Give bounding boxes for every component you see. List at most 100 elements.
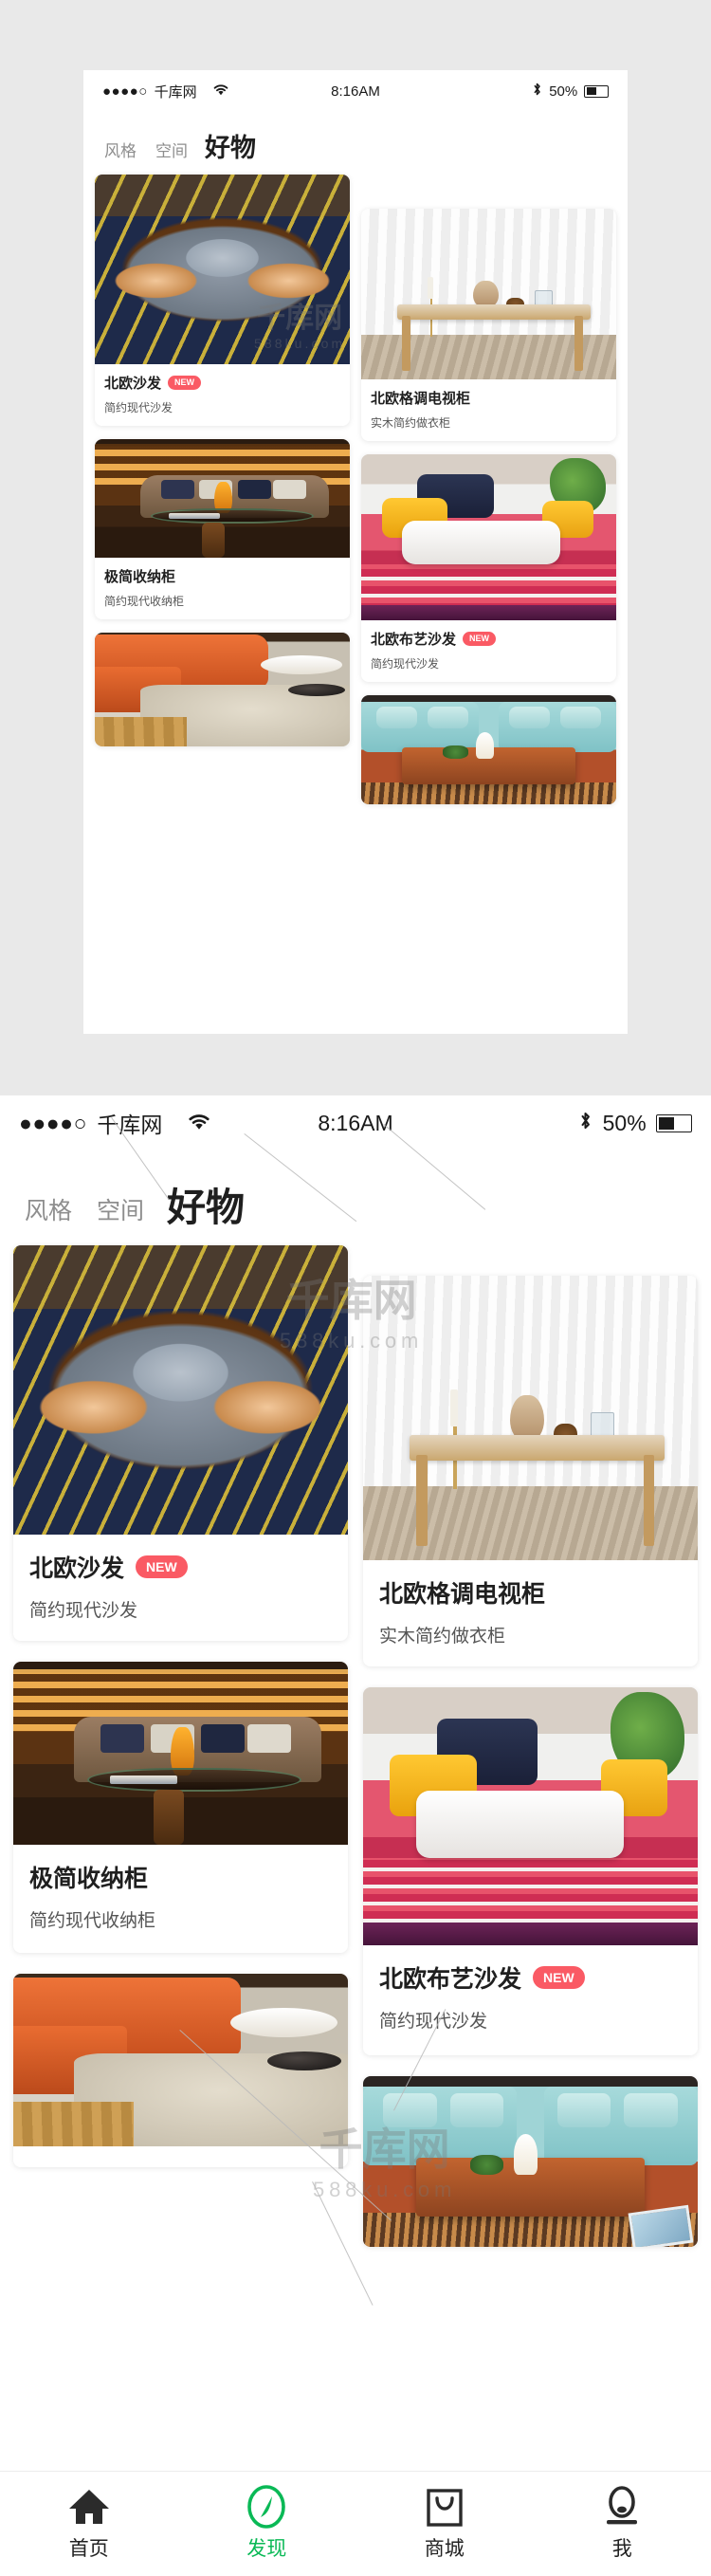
tab-profile[interactable]: 我	[534, 2472, 711, 2576]
card-title-row: 北欧布艺沙发 NEW	[379, 1960, 682, 1995]
bluetooth-icon	[578, 1110, 592, 1137]
battery-icon	[584, 84, 609, 98]
bottom-tab-bar: 首页 发现 商城 我	[0, 2471, 711, 2576]
card-title-row: 北欧格调电视柜	[371, 388, 607, 408]
card-title-row: 北欧格调电视柜	[379, 1575, 682, 1610]
tab-space[interactable]: 空间	[97, 1192, 144, 1226]
battery-fill	[586, 87, 596, 95]
card-body: 极简收纳柜 简约现代收纳柜	[95, 558, 350, 619]
tab-style[interactable]: 风格	[25, 1192, 72, 1226]
nordic-fabric-sofa-photo	[363, 1687, 698, 1945]
minimal-storage-cabinet-photo	[95, 439, 350, 558]
preview-right-column: 北欧格调电视柜 实木简约做衣柜 北欧布艺沙发 NEW 简约现代沙发	[361, 175, 616, 804]
card-subtitle: 简约现代收纳柜	[104, 595, 185, 608]
card-subtitle: 简约现代沙发	[104, 401, 173, 414]
card-body: 极简收纳柜 简约现代收纳柜	[13, 1845, 348, 1953]
battery-percent-label: 50%	[602, 1110, 647, 1135]
nav-bar: 风格 空间 好物	[0, 1150, 711, 1238]
page-root: ●●●●○ 千库网 8:16AM 50% 风格 空间 好物 北欧沙发 NEW 简…	[0, 0, 711, 2576]
product-card[interactable]: 北欧格调电视柜 实木简约做衣柜	[361, 209, 616, 441]
teal-sofa-set-photo	[363, 2076, 698, 2247]
product-card[interactable]: 极简收纳柜 简约现代收纳柜	[13, 1662, 348, 1953]
main-phone-screen: ●●●●○ 千库网 8:16AM 50% 风格 空间 好物 北欧沙发 NEW 简…	[0, 1095, 711, 2576]
home-icon	[67, 2486, 111, 2528]
nordic-sofa-photo	[13, 1245, 348, 1535]
card-body: 北欧沙发 NEW 简约现代沙发	[13, 1535, 348, 1641]
card-body: 北欧沙发 NEW 简约现代沙发	[95, 364, 350, 426]
product-card[interactable]: 极简收纳柜 简约现代收纳柜	[95, 439, 350, 619]
card-body: 北欧格调电视柜 实木简约做衣柜	[363, 1560, 698, 1666]
product-card[interactable]	[361, 695, 616, 804]
card-title-row: 北欧沙发 NEW	[29, 1550, 332, 1584]
teal-sofa-set-photo	[361, 695, 616, 804]
carrier-label: 千库网	[97, 1113, 163, 1137]
person-icon	[602, 2486, 642, 2528]
new-badge: NEW	[463, 632, 497, 646]
card-subtitle: 简约现代沙发	[379, 2012, 488, 2032]
status-right: 50%	[578, 1110, 692, 1137]
preview-left-column: 北欧沙发 NEW 简约现代沙发 极简收纳柜 简约现代收纳柜	[95, 175, 350, 746]
card-subtitle: 实木简约做衣柜	[371, 416, 451, 430]
left-column: 北欧沙发 NEW 简约现代沙发 极简收纳柜 简约现代收纳柜	[13, 1245, 348, 2167]
orange-sectional-sofa-photo	[13, 1974, 348, 2146]
preview-nav-bar: 风格 空间 好物	[83, 112, 628, 167]
tab-discover[interactable]: 发现	[178, 2472, 356, 2576]
tab-discover-label: 发现	[246, 2538, 287, 2560]
card-title: 北欧沙发	[29, 1555, 125, 1582]
tab-space[interactable]: 空间	[155, 138, 188, 161]
wifi-icon	[212, 83, 229, 100]
product-card[interactable]	[363, 2076, 698, 2247]
compass-icon	[246, 2485, 286, 2529]
card-subtitle: 简约现代沙发	[371, 657, 440, 671]
right-column: 北欧格调电视柜 实木简约做衣柜 北欧布艺沙发 NEW 简约现代沙发	[363, 1245, 698, 2247]
product-card[interactable]: 北欧布艺沙发 NEW 简约现代沙发	[361, 454, 616, 682]
card-title-row: 北欧沙发 NEW	[104, 373, 340, 393]
orange-sectional-sofa-photo	[95, 633, 350, 746]
tab-home[interactable]: 首页	[0, 2472, 178, 2576]
product-card[interactable]: 北欧沙发 NEW 简约现代沙发	[13, 1245, 348, 1641]
card-subtitle: 简约现代沙发	[29, 1601, 138, 1621]
preview-status-right: 50%	[532, 82, 609, 101]
tab-mall[interactable]: 商城	[356, 2472, 534, 2576]
new-badge: NEW	[136, 1555, 188, 1578]
card-title: 北欧布艺沙发	[379, 1966, 522, 1993]
card-title: 极简收纳柜	[104, 569, 176, 585]
preview-status-left: ●●●●○ 千库网	[102, 82, 229, 101]
product-card[interactable]: 北欧沙发 NEW 简约现代沙发	[95, 175, 350, 426]
card-title-row: 极简收纳柜	[104, 566, 340, 586]
card-body: 北欧布艺沙发 NEW 简约现代沙发	[361, 620, 616, 682]
tab-goods[interactable]: 好物	[205, 136, 256, 161]
nordic-fabric-sofa-photo	[361, 454, 616, 620]
product-card[interactable]	[95, 633, 350, 746]
tab-style[interactable]: 风格	[104, 138, 137, 161]
preview-phone-screen: ●●●●○ 千库网 8:16AM 50% 风格 空间 好物 北欧沙发 NEW 简…	[83, 70, 628, 1034]
product-card[interactable]	[13, 1974, 348, 2167]
preview-status-bar: ●●●●○ 千库网 8:16AM 50%	[83, 70, 628, 112]
preview-card-grid: 北欧沙发 NEW 简约现代沙发 极简收纳柜 简约现代收纳柜 北欧格调电视柜 实木…	[83, 167, 628, 1030]
nordic-sofa-photo	[95, 175, 350, 364]
card-body: 北欧格调电视柜 实木简约做衣柜	[361, 379, 616, 441]
battery-icon	[656, 1113, 692, 1132]
new-badge: NEW	[533, 1966, 585, 1989]
card-title: 北欧格调电视柜	[379, 1581, 546, 1608]
minimal-storage-cabinet-photo	[13, 1662, 348, 1845]
status-time: 8:16AM	[331, 83, 380, 100]
card-grid: 北欧沙发 NEW 简约现代沙发 极简收纳柜 简约现代收纳柜 北欧格调电视柜 实木…	[0, 1238, 711, 2499]
card-body: 北欧布艺沙发 NEW 简约现代沙发	[363, 1945, 698, 2055]
new-badge: NEW	[168, 376, 202, 390]
shopping-bag-icon	[425, 2486, 465, 2528]
carrier-label: 千库网	[154, 83, 197, 101]
signal-dots-icon: ●●●●○	[102, 83, 148, 100]
card-title: 北欧格调电视柜	[371, 391, 471, 407]
product-card[interactable]: 北欧布艺沙发 NEW 简约现代沙发	[363, 1687, 698, 2055]
card-body	[13, 2146, 348, 2167]
tab-goods[interactable]: 好物	[167, 1188, 245, 1227]
signal-dots-icon: ●●●●○	[19, 1110, 87, 1135]
status-bar: ●●●●○ 千库网 8:16AM 50%	[0, 1095, 711, 1150]
status-time: 8:16AM	[318, 1110, 393, 1135]
card-title-row: 北欧布艺沙发 NEW	[371, 629, 607, 649]
product-card[interactable]: 北欧格调电视柜 实木简约做衣柜	[363, 1276, 698, 1666]
battery-percent-label: 50%	[549, 83, 578, 100]
bluetooth-icon	[532, 82, 542, 101]
tab-mall-label: 商城	[424, 2538, 465, 2560]
